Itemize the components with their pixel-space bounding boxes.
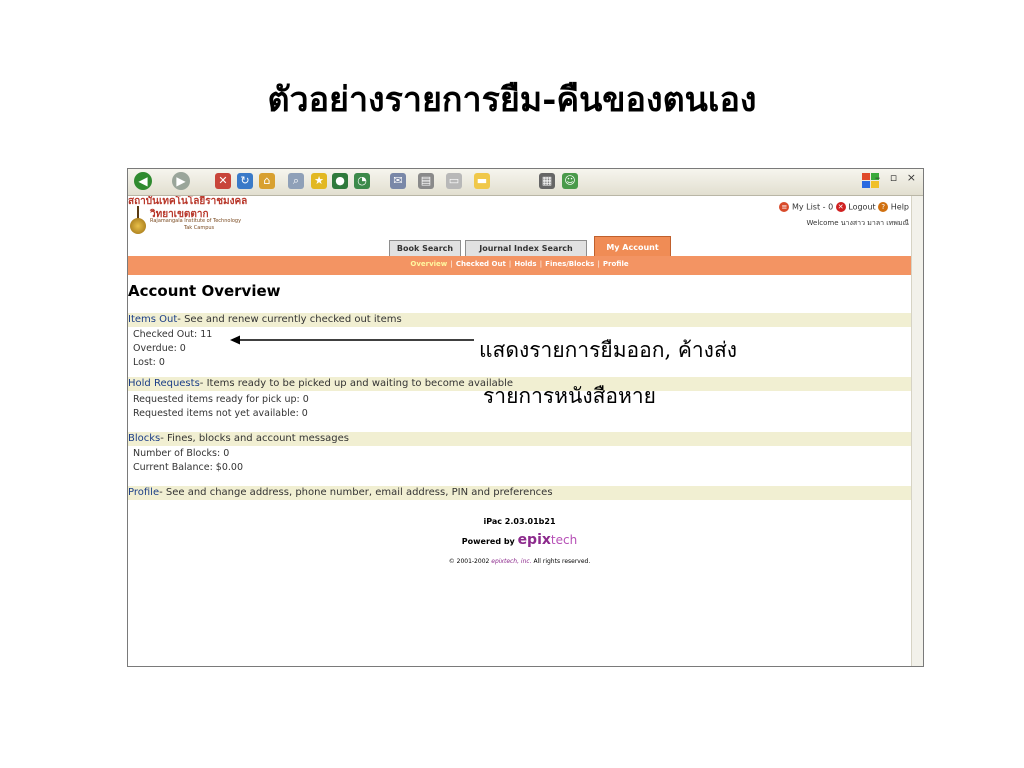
checked-out-count: Checked Out: 11: [133, 329, 213, 340]
blocks-link[interactable]: Blocks: [128, 433, 160, 444]
profile-link[interactable]: Profile: [128, 487, 159, 498]
stop-icon[interactable]: ✕: [215, 173, 231, 189]
list-icon: ≡: [779, 202, 790, 212]
epixtech-logo: epixtech: [517, 532, 578, 548]
browser-toolbar: ◀ ▶ ✕ ↻ ⌂ ⌕ ★ ● ◔ ✉ ▤ ▭ ▬ ▦ ☺ – ▫ ×: [128, 169, 923, 196]
powered-by: Powered by epixtech: [128, 532, 911, 548]
subnav-profile[interactable]: Profile: [603, 260, 629, 268]
epixtech-link[interactable]: epixtech, inc.: [491, 558, 531, 565]
subnav-holds[interactable]: Holds: [514, 260, 536, 268]
logo-campus: Tak Campus: [184, 225, 215, 231]
browser-window: ◀ ▶ ✕ ↻ ⌂ ⌕ ★ ● ◔ ✉ ▤ ▭ ▬ ▦ ☺ – ▫ × สถาบ…: [127, 168, 924, 667]
favorites-icon[interactable]: ★: [311, 173, 327, 189]
logout-icon: ✕: [835, 202, 846, 212]
vertical-scrollbar[interactable]: [911, 196, 923, 666]
folder-icon[interactable]: ▬: [474, 173, 490, 189]
logo-english: Rajamangala Institute of Technology: [150, 218, 242, 224]
annotation-line1: แสดงรายการยืมออก, ค้างส่ง: [479, 338, 738, 362]
section-blocks: Blocks- Fines, blocks and account messag…: [128, 432, 911, 446]
back-icon[interactable]: ◀: [134, 172, 152, 190]
my-list-link[interactable]: My List - 0: [792, 203, 833, 212]
subnav-overview[interactable]: Overview: [410, 260, 447, 268]
account-subnav-bar: Overview | Checked Out | Holds | Fines/Blocks |…: [128, 256, 911, 275]
search-icon[interactable]: ⌕: [288, 173, 304, 189]
history-icon[interactable]: ◔: [354, 173, 370, 189]
slide-title: ตัวอย่างรายการยืม-คืนของตนเอง: [267, 80, 757, 120]
tab-journal-index-search[interactable]: Journal Index Search: [465, 240, 587, 257]
powered-by-label: Powered by: [461, 537, 515, 546]
refresh-icon[interactable]: ↻: [237, 173, 253, 189]
help-icon: ?: [878, 202, 889, 212]
page-title: Account Overview: [128, 282, 281, 300]
account-links: ≡ My List - 0 ✕ Logout ? Help: [779, 202, 909, 212]
blocks-desc: - Fines, blocks and account messages: [160, 433, 349, 444]
page-content: สถาบันเทคโนโลยีราชมงคล วิทยาเขตตาก Rajam…: [128, 196, 911, 666]
calculator-icon[interactable]: ▦: [539, 173, 555, 189]
window-controls[interactable]: – ▫ ×: [875, 171, 919, 184]
items-out-desc: - See and renew currently checked out it…: [177, 314, 402, 325]
edit-icon[interactable]: ▭: [446, 173, 462, 189]
media-icon[interactable]: ●: [332, 173, 348, 189]
profile-desc: - See and change address, phone number, …: [159, 487, 553, 498]
logo-thai-line1: สถาบันเทคโนโลยีราชมงคล: [128, 196, 248, 207]
section-profile: Profile- See and change address, phone n…: [128, 486, 911, 500]
hold-requests-desc: - Items ready to be picked up and waitin…: [199, 378, 514, 389]
welcome-text: Welcome นางสาว มาลา เทพมณี: [806, 219, 909, 227]
annotation-arrow: [230, 335, 474, 345]
print-icon[interactable]: ▤: [418, 173, 434, 189]
crest-icon: [130, 218, 146, 234]
account-subnav: Overview | Checked Out | Holds | Fines/Blocks |…: [410, 260, 629, 268]
overdue-count: Overdue: 0: [133, 343, 186, 354]
version-text: iPac 2.03.01b21: [483, 517, 556, 526]
tab-my-account[interactable]: My Account: [594, 236, 671, 257]
tab-book-search[interactable]: Book Search: [389, 240, 461, 257]
forward-icon[interactable]: ▶: [172, 172, 190, 190]
items-out-link[interactable]: Items Out: [128, 314, 177, 325]
annotation-line2: รายการหนังสือหาย: [483, 384, 656, 408]
current-balance: Current Balance: $0.00: [133, 462, 244, 473]
mail-icon[interactable]: ✉: [390, 173, 406, 189]
holds-ready-count: Requested items ready for pick up: 0: [133, 394, 309, 405]
holds-pending-count: Requested items not yet available: 0: [133, 408, 308, 419]
copyright: © 2001-2002 epixtech, inc. All rights re…: [448, 558, 591, 565]
subnav-fines-blocks[interactable]: Fines/Blocks: [545, 260, 594, 268]
logout-link[interactable]: Logout: [848, 203, 875, 212]
help-link[interactable]: Help: [891, 203, 909, 212]
section-items-out: Items Out- See and renew currently check…: [128, 313, 911, 327]
subnav-checked-out[interactable]: Checked Out: [456, 260, 506, 268]
hold-requests-link[interactable]: Hold Requests: [128, 378, 200, 389]
messenger-icon[interactable]: ☺: [562, 173, 578, 189]
home-icon[interactable]: ⌂: [259, 173, 275, 189]
lost-count: Lost: 0: [133, 357, 165, 368]
blocks-count: Number of Blocks: 0: [133, 448, 230, 459]
